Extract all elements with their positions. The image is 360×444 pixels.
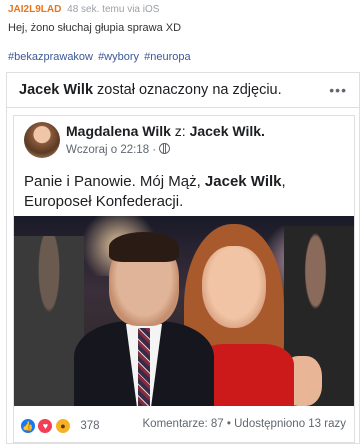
platform-link[interactable]: iOS <box>143 4 160 15</box>
tag-notice-text: został oznaczony na zdjęciu. <box>93 82 282 98</box>
poster-name[interactable]: Magdalena Wilk <box>66 123 171 139</box>
body-text-2: , <box>281 173 286 190</box>
avatar[interactable] <box>24 122 60 158</box>
wow-icon: ● <box>54 417 71 434</box>
woman-face <box>202 246 266 328</box>
poster-with: z: <box>170 123 190 139</box>
poster-line: Magdalena Wilk z: Jacek Wilk. <box>66 123 265 139</box>
post-stats[interactable]: Komentarze: 87 • Udostępniono 13 razy <box>143 418 346 430</box>
tagged-name[interactable]: Jacek Wilk <box>19 82 93 98</box>
post-body: Panie i Panowie. Mój Mąż, Jacek Wilk, Eur… <box>24 172 344 212</box>
post-date: Wczoraj o 22:18 · <box>66 143 171 156</box>
tag-link[interactable]: #bekazprawakow <box>8 51 93 63</box>
globe-icon <box>159 143 171 154</box>
man-tie <box>138 328 150 406</box>
entry-text: Hej, żono słuchaj głupia sprawa XD <box>8 22 182 34</box>
entry-meta: 48 sek. temu via iOS <box>67 4 159 15</box>
shared-post: Magdalena Wilk z: Jacek Wilk. Wczoraj o … <box>13 115 355 443</box>
post-date-text[interactable]: Wczoraj o 22:18 · <box>66 144 156 156</box>
reaction-count: 378 <box>80 419 100 432</box>
tag-list: #bekazprawakow #wybory #neuropa <box>8 51 193 63</box>
facebook-screenshot: Jacek Wilk został oznaczony na zdjęciu. … <box>6 72 360 444</box>
more-options-icon[interactable]: ••• <box>329 82 347 98</box>
body-text-3: Europoseł Konfederacji. <box>24 193 184 210</box>
tag-notice-bar: Jacek Wilk został oznaczony na zdjęciu. … <box>7 73 359 108</box>
tag-link[interactable]: #wybory <box>98 51 139 63</box>
man-hair <box>109 232 179 262</box>
body-text-1: Panie i Panowie. Mój Mąż, <box>24 173 205 190</box>
like-icon: 👍 <box>20 417 36 434</box>
tag-link[interactable]: #neuropa <box>144 51 191 63</box>
author-link[interactable]: JAI2L9LAD <box>8 4 61 15</box>
post-photo[interactable] <box>14 216 354 406</box>
post-footer: 👍 ♥ ● 378 Komentarze: 87 • Udostępniono … <box>14 412 354 440</box>
post-time[interactable]: 48 sek. temu <box>67 4 124 15</box>
love-icon: ♥ <box>37 417 54 434</box>
via-label: via <box>127 4 140 15</box>
body-bold-name[interactable]: Jacek Wilk <box>205 173 282 190</box>
poster-target[interactable]: Jacek Wilk. <box>190 123 265 139</box>
tag-notice: Jacek Wilk został oznaczony na zdjęciu. <box>19 82 282 98</box>
reactions[interactable]: 👍 ♥ ● 378 <box>20 417 100 434</box>
entry-header: JAI2L9LAD 48 sek. temu via iOS <box>8 4 159 15</box>
